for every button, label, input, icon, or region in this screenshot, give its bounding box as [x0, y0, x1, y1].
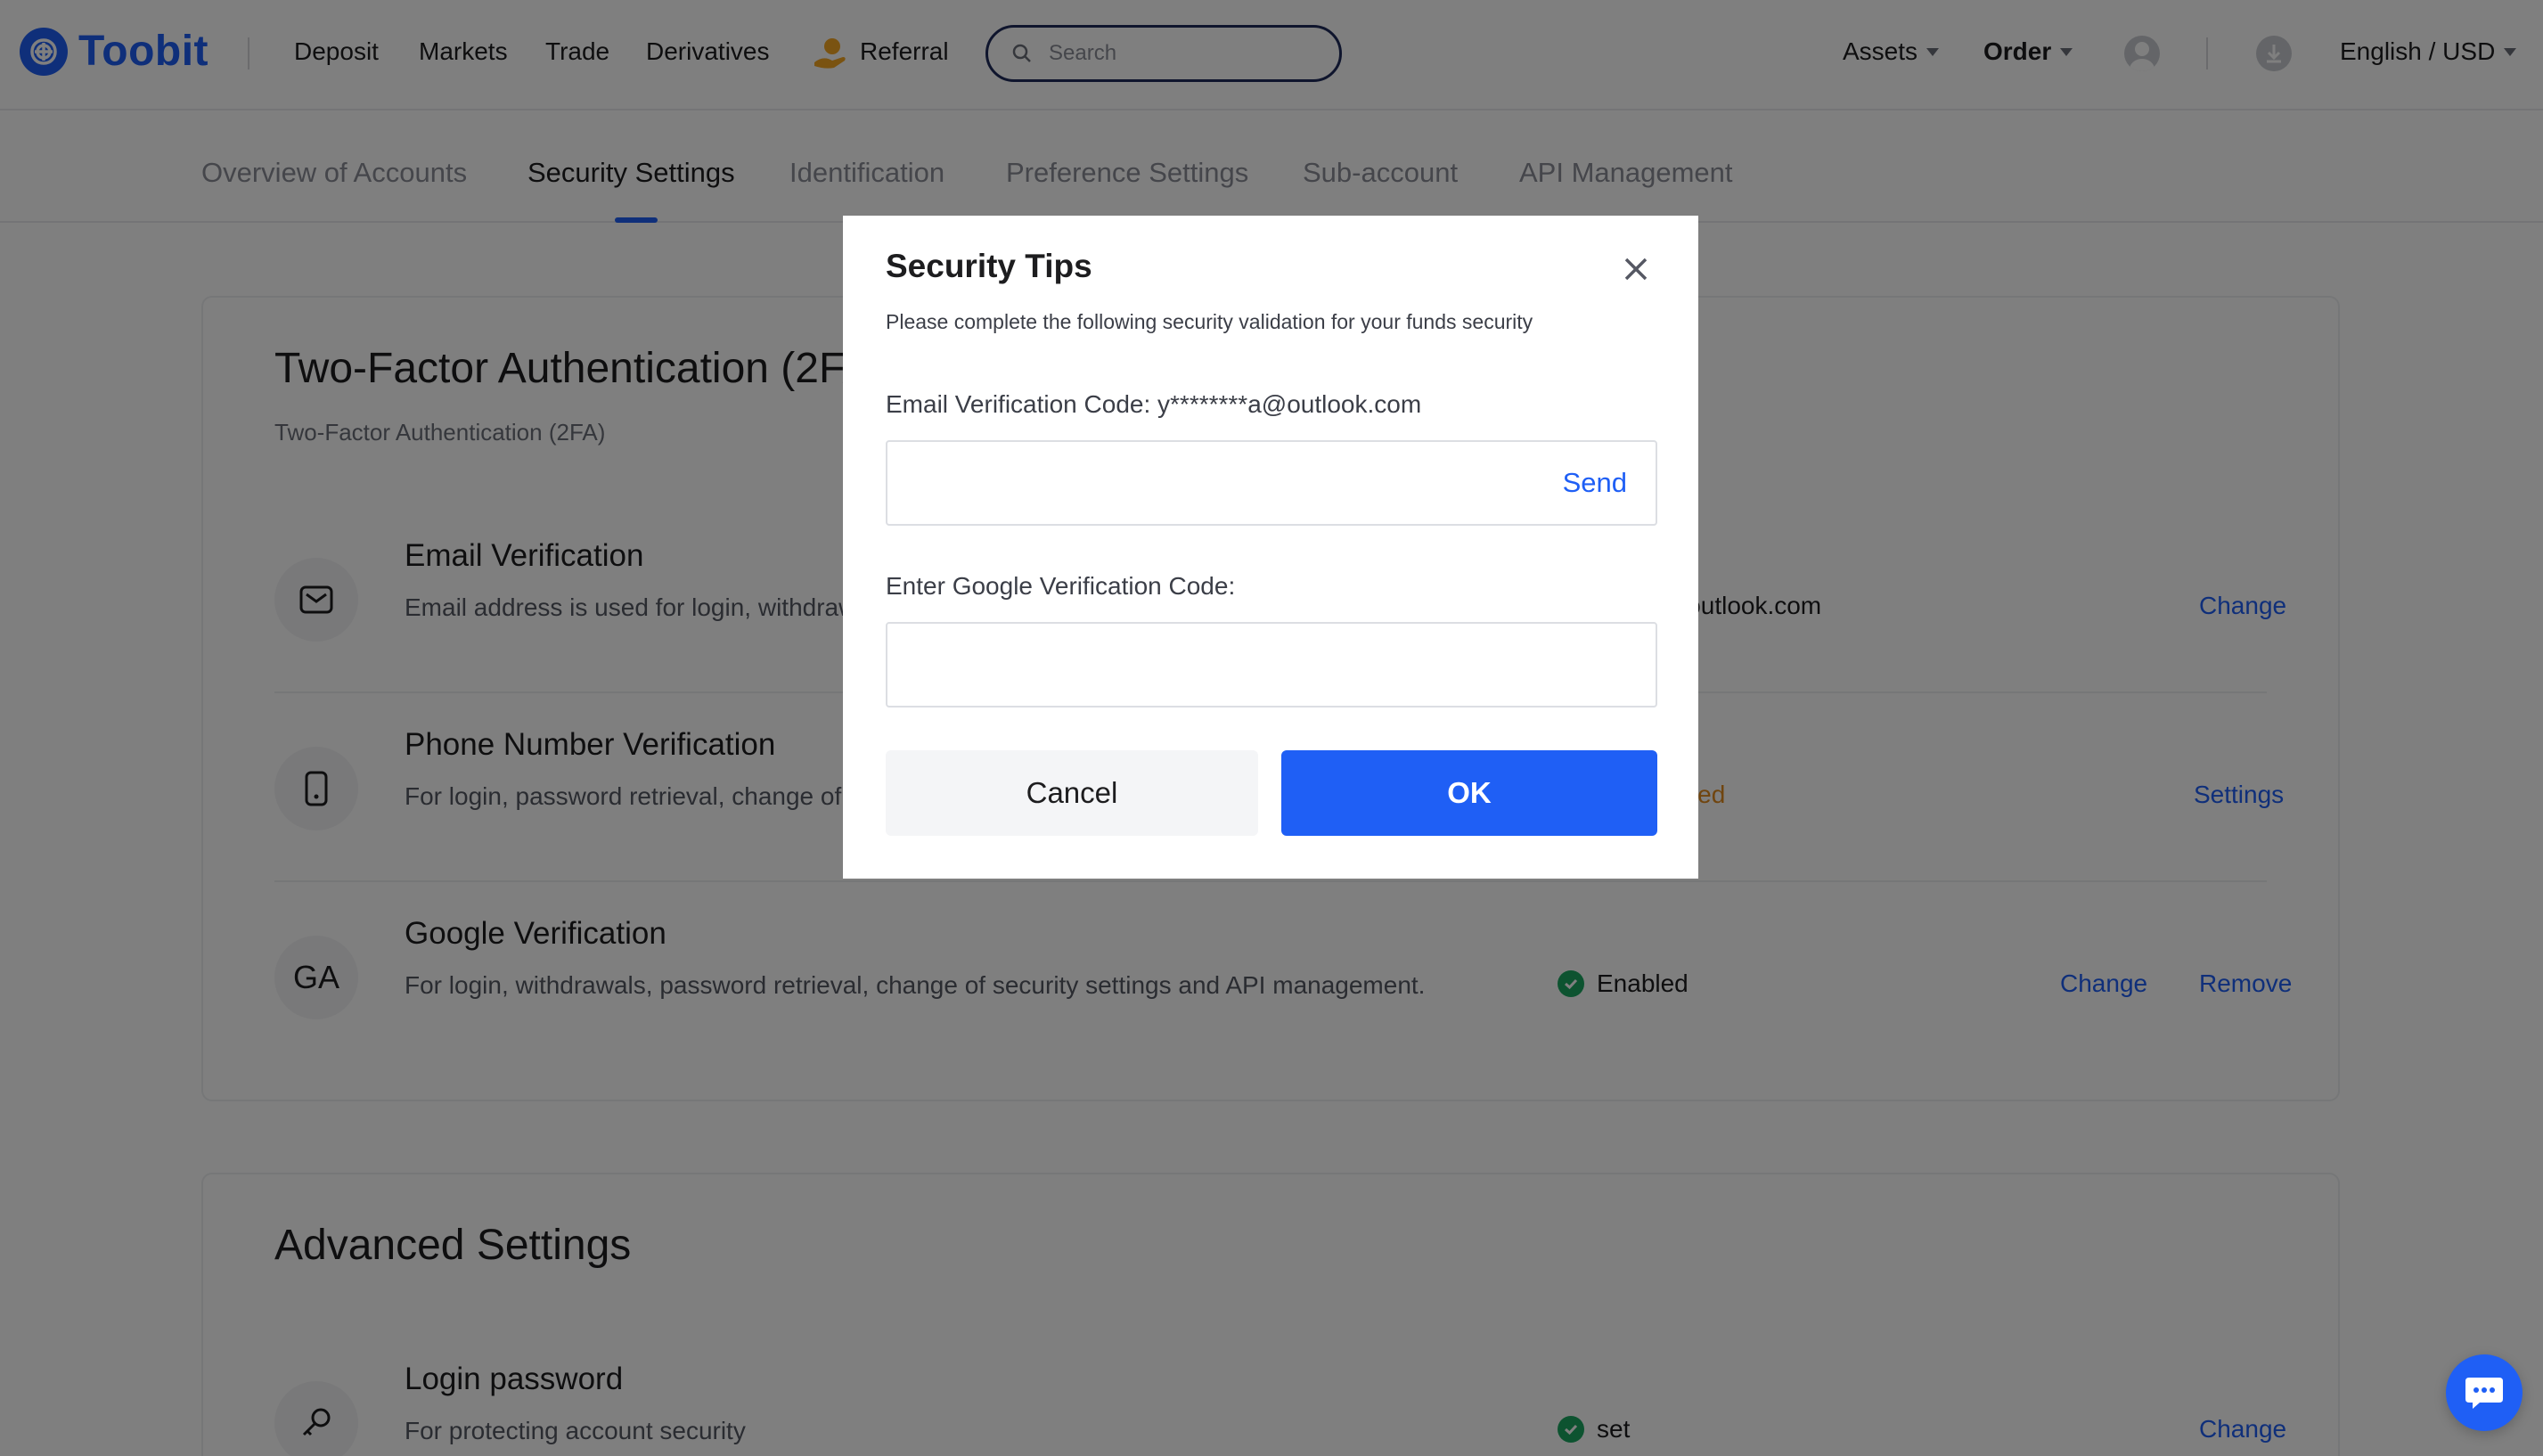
security-tips-dialog: Security Tips Please complete the follow…	[843, 216, 1698, 879]
email-code-field[interactable]: Send	[886, 440, 1657, 526]
dialog-title: Security Tips	[886, 248, 1092, 284]
ok-button[interactable]: OK	[1281, 750, 1657, 836]
send-code-button[interactable]: Send	[1563, 467, 1627, 499]
google-code-input[interactable]	[887, 624, 1656, 706]
dialog-subtitle: Please complete the following security v…	[886, 310, 1533, 333]
chat-support-icon[interactable]	[2446, 1354, 2523, 1431]
cancel-button[interactable]: Cancel	[886, 750, 1258, 836]
email-code-input[interactable]	[887, 442, 1656, 524]
close-icon[interactable]	[1618, 251, 1654, 287]
google-code-field[interactable]	[886, 622, 1657, 708]
google-code-label: Enter Google Verification Code:	[886, 572, 1236, 600]
email-code-label: Email Verification Code: y********a@outl…	[886, 390, 1422, 418]
